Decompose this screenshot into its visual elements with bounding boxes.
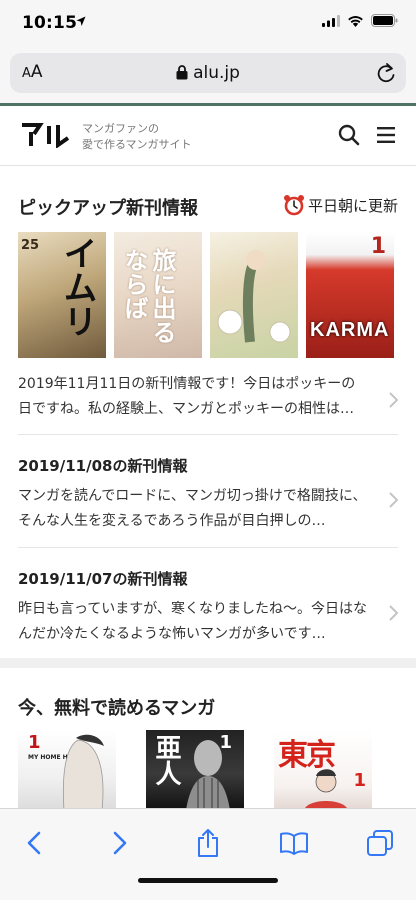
news-title: 2019/11/07の新刊情報 [18,570,188,588]
menu-icon[interactable] [376,126,396,144]
section-separator [0,658,416,668]
status-bar: 10:15 [0,0,416,48]
pickup-covers: 25 イムリ 旅に出るならば 1 KARMA [18,232,394,358]
status-icons [322,14,398,27]
cover-tokyo[interactable]: 東京 1 [274,730,372,808]
news-item-2[interactable]: 2019/11/08の新刊情報 マンガを読んでロードに、マンガ切っ掛けで格闘技に… [18,455,398,545]
search-icon[interactable] [338,124,360,146]
cover-illustration [305,769,347,808]
cover-ajin[interactable]: 亜人 1 [146,730,244,808]
battery-icon [371,14,398,27]
cover-volume: 1 [370,234,386,259]
chevron-right-icon [389,492,398,508]
safari-toolbar [0,808,416,900]
tagline-line1: マンガファンの [82,122,159,135]
news-item-3[interactable]: 2019/11/07の新刊情報 昨日も言っていますが、寒くなりましたね〜。今日は… [18,568,398,658]
pickup-title: ピックアップ新刊情報 [18,198,198,219]
chevron-right-icon [389,392,398,408]
browser-chrome: 10:15 AA alu.jp [0,0,416,104]
news-item-1[interactable]: 2019年11月11日の新刊情報です！今日はポッキーの日ですね。私の経験上、マン… [18,372,398,428]
back-button[interactable] [18,827,50,859]
cover-illustration [62,734,104,808]
url-text: alu.jp [193,63,240,83]
cover-illustration [186,740,230,808]
divider [18,547,398,548]
divider [18,434,398,435]
free-title: 今、無料で読めるマンガ [18,698,216,719]
address-bar[interactable]: AA alu.jp [10,53,406,93]
cover-tabi[interactable]: 旅に出るならば [114,232,202,358]
book-icon [280,832,308,855]
update-badge: 平日朝に更新 [283,194,398,216]
wifi-icon [348,15,363,27]
alu-logo-icon [22,123,70,149]
news-title: 2019/11/08の新刊情報 [18,457,188,475]
free-covers: 1 MY HOME HERO 亜人 1 東京 1 [18,730,372,808]
lock-icon [176,65,188,80]
share-button[interactable] [192,827,224,859]
bookmarks-button[interactable] [278,827,310,859]
site-logo[interactable] [20,122,70,152]
site-header: マンガファンの 愛で作るマンガサイト [0,106,416,166]
free-manga-section: 今、無料で読めるマンガ 1 MY HOME HERO 亜人 1 東京 1 [0,668,416,808]
news-body: 2019年11月11日の新刊情報です！今日はポッキーの日ですね。私の経験上、マン… [18,376,356,417]
location-arrow-icon [76,16,86,26]
tabs-icon [367,830,393,856]
pickup-section: ピックアップ新刊情報 平日朝に更新 25 イムリ 旅に出るならば 1 KARMA… [0,166,416,658]
alarm-clock-icon [283,195,304,216]
reload-icon[interactable] [376,62,396,84]
chevron-right-icon [389,605,398,621]
site-tagline: マンガファンの 愛で作るマンガサイト [82,121,192,153]
url-display[interactable]: alu.jp [10,63,406,83]
cover-title: 旅に出るならば [120,248,176,344]
cover-karma[interactable]: 1 KARMA [306,232,394,358]
cover-imuri[interactable]: 25 イムリ [18,232,106,358]
home-indicator [138,878,278,883]
cover-volume: 25 [21,238,40,253]
chevron-right-icon [113,831,127,855]
tagline-line2: 愛で作るマンガサイト [82,138,192,151]
cover-title: KARMA [310,319,390,341]
forward-button[interactable] [104,827,136,859]
share-icon [198,829,218,857]
news-body: マンガを読んでロードに、マンガ切っ掛けで格闘技に、そんな人生を変えるであろう作品… [18,488,367,529]
cover-title: イムリ [57,236,97,338]
signal-icon [322,14,340,27]
cover-manga-3[interactable] [210,232,298,358]
cover-illustration [217,250,291,343]
chevron-left-icon [27,831,41,855]
tabs-button[interactable] [364,827,396,859]
cover-my-home-hero[interactable]: 1 MY HOME HERO [18,730,116,808]
news-body: 昨日も言っていますが、寒くなりましたね〜。今日はなんだか冷たくなるような怖いマン… [18,601,368,642]
update-label: 平日朝に更新 [307,196,398,215]
status-time: 10:15 [22,13,78,33]
